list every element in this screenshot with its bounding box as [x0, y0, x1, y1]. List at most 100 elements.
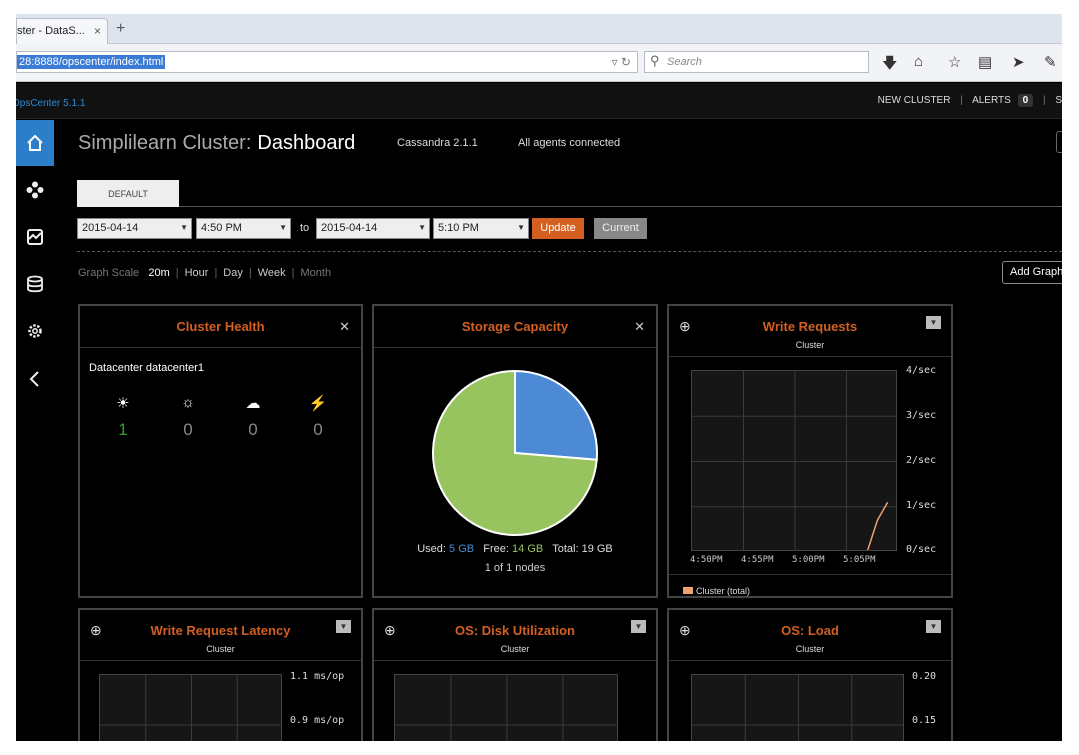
- current-button[interactable]: Current: [594, 218, 647, 239]
- y-tick-label: 0.15: [912, 715, 937, 726]
- app-version[interactable]: OpsCenter 5.1.1: [16, 98, 85, 109]
- to-time-value: 5:10 PM: [438, 222, 479, 234]
- to-time-select[interactable]: 5:10 PM ▼: [433, 218, 529, 239]
- update-button[interactable]: Update: [532, 218, 584, 239]
- panel-divider: [669, 574, 951, 575]
- cloud-icon[interactable]: ☁: [238, 394, 268, 412]
- top-nav: NEW CLUSTER | ALERTS 0 | S: [877, 94, 1062, 107]
- tab-divider: [77, 206, 1062, 207]
- browser-search-input[interactable]: ⚲ Search: [644, 51, 869, 73]
- panel-title: OS: Load: [781, 623, 839, 638]
- write-latency-panel: ⊕ Write Request Latency Cluster ▼ 1.1 ms…: [78, 608, 363, 741]
- y-tick-label: 1.1 ms/op: [290, 671, 345, 682]
- y-tick-label: 1/sec: [906, 500, 937, 511]
- alerts-link[interactable]: ALERTS: [972, 95, 1011, 106]
- graph-scale-label: Graph Scale: [78, 267, 140, 279]
- chevron-down-icon: ▼: [180, 223, 188, 232]
- panel-divider: [669, 660, 951, 661]
- search-icon: ⚲: [650, 53, 660, 68]
- sun-icon[interactable]: ☀: [108, 394, 138, 412]
- storage-summary: Used: 5 GB Free: 14 GB Total: 19 GB: [374, 543, 656, 555]
- new-cluster-link[interactable]: NEW CLUSTER: [878, 95, 951, 106]
- options-button[interactable]: [1056, 131, 1062, 153]
- browser-tab[interactable]: ster - DataS... ×: [16, 18, 108, 44]
- free-value: 14 GB: [512, 543, 544, 555]
- series-line-cluster-total: [866, 501, 889, 550]
- tab-close-icon[interactable]: ×: [94, 24, 101, 38]
- url-text[interactable]: 28:8888/opscenter/index.html: [17, 55, 166, 69]
- opscenter-header: OpsCenter 5.1.1 NEW CLUSTER | ALERTS 0 |…: [16, 83, 1062, 119]
- controls-divider: [77, 251, 1062, 252]
- tab-default[interactable]: DEFAULT: [77, 180, 179, 207]
- home-icon[interactable]: [16, 120, 54, 166]
- scale-option-hour[interactable]: Hour: [185, 267, 209, 279]
- disk-utilization-panel: ⊕ OS: Disk Utilization Cluster ▼: [372, 608, 658, 741]
- panel-menu-icon[interactable]: ▼: [926, 620, 941, 633]
- write-latency-plot: [99, 674, 282, 741]
- more-nav-link[interactable]: S: [1055, 95, 1062, 106]
- disk-utilization-plot: [394, 674, 618, 741]
- page-name: Dashboard: [257, 132, 356, 154]
- y-tick-label: 0/sec: [906, 544, 937, 555]
- scale-option-month[interactable]: Month: [301, 267, 332, 279]
- home-browser-icon[interactable]: ⌂: [914, 53, 923, 70]
- partial-sun-icon[interactable]: ☼: [173, 394, 203, 411]
- panel-menu-icon[interactable]: ▼: [336, 620, 351, 633]
- degraded-count: 0: [248, 420, 258, 439]
- close-icon[interactable]: ✕: [634, 319, 645, 335]
- from-date-select[interactable]: 2015-04-14 ▼: [77, 218, 192, 239]
- panel-menu-icon[interactable]: ▼: [926, 316, 941, 329]
- download-icon[interactable]: 🡇: [882, 53, 897, 78]
- from-date-value: 2015-04-14: [82, 222, 139, 234]
- free-label: Free:: [483, 543, 509, 555]
- extension-icon[interactable]: ✎: [1044, 53, 1057, 71]
- new-tab-icon[interactable]: +: [116, 20, 125, 38]
- add-graph-button[interactable]: Add Graph: [1002, 261, 1062, 284]
- panel-subtitle: Cluster: [795, 340, 825, 350]
- reading-list-icon[interactable]: ▤: [978, 53, 992, 71]
- scale-option-20m[interactable]: 20m: [148, 267, 169, 279]
- bookmark-star-icon[interactable]: ☆: [948, 53, 961, 71]
- address-bar[interactable]: 28:8888/opscenter/index.html ▿ ↻: [16, 51, 638, 73]
- to-date-select[interactable]: 2015-04-14 ▼: [316, 218, 430, 239]
- browser-tab-title: ster - DataS...: [17, 25, 85, 37]
- close-icon[interactable]: ✕: [339, 319, 350, 335]
- panel-divider: [80, 347, 361, 348]
- cassandra-version: Cassandra 2.1.1: [397, 137, 478, 149]
- panel-subtitle: Cluster: [500, 644, 530, 654]
- chevron-down-icon: ▼: [418, 223, 426, 232]
- collapse-icon[interactable]: [16, 356, 54, 402]
- to-label: to: [300, 222, 310, 234]
- x-tick-label: 4:50PM: [690, 555, 723, 565]
- to-date-value: 2015-04-14: [321, 222, 378, 234]
- panel-menu-icon[interactable]: ▼: [631, 620, 646, 633]
- send-icon[interactable]: ➤: [1012, 53, 1025, 71]
- from-time-select[interactable]: 4:50 PM ▼: [196, 218, 291, 239]
- os-load-panel: ⊕ OS: Load Cluster ▼ 0.20 0.15: [667, 608, 953, 741]
- page-title: Simplilearn Cluster: Dashboard: [78, 132, 355, 155]
- write-requests-panel: ⊕ Write Requests Cluster ▼ 4/sec 3/sec 2…: [667, 304, 953, 598]
- reload-icon[interactable]: ▿ ↻: [612, 55, 631, 69]
- legend-label: Cluster (total): [696, 586, 751, 596]
- legend-swatch: [683, 587, 693, 594]
- settings-icon[interactable]: [16, 308, 54, 354]
- scale-option-week[interactable]: Week: [258, 267, 286, 279]
- dashboard-icon[interactable]: [16, 214, 54, 260]
- database-icon[interactable]: [16, 261, 54, 307]
- y-tick-label: 0.9 ms/op: [290, 715, 345, 726]
- y-tick-label: 3/sec: [906, 410, 937, 421]
- chart-legend: Cluster (total): [683, 586, 750, 596]
- x-tick-label: 5:05PM: [843, 555, 876, 565]
- panel-divider: [669, 356, 951, 357]
- cluster-health-panel: Cluster Health ✕ Datacenter datacenter1 …: [78, 304, 363, 598]
- panel-divider: [374, 347, 656, 348]
- nodes-icon[interactable]: [16, 167, 54, 213]
- panel-title: Cluster Health: [176, 319, 265, 334]
- lightning-icon[interactable]: ⚡: [303, 394, 333, 412]
- used-value: 5 GB: [449, 543, 475, 555]
- browser-nav-bar: 28:8888/opscenter/index.html ▿ ↻ ⚲ Searc…: [16, 44, 1062, 82]
- os-load-plot: [691, 674, 904, 741]
- storage-pie-chart: [432, 369, 598, 536]
- scale-option-day[interactable]: Day: [223, 267, 243, 279]
- alerts-count-badge: 0: [1017, 94, 1034, 107]
